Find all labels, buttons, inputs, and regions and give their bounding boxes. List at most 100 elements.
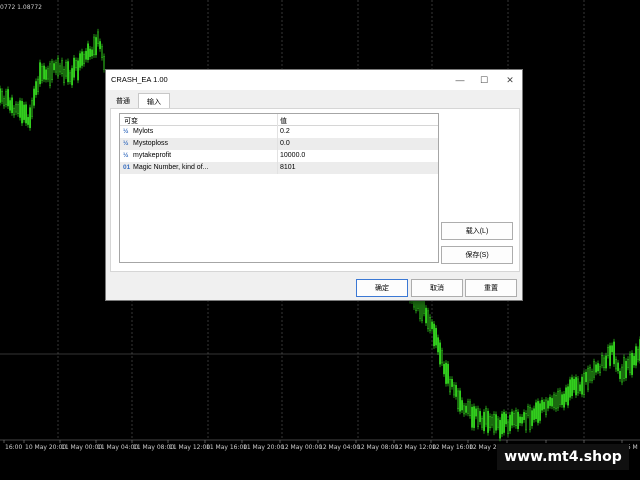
candle (489, 416, 491, 428)
candle (637, 349, 639, 360)
param-value[interactable]: 0.0 (280, 140, 290, 147)
double-type-icon: ½ (123, 152, 129, 159)
candle (23, 104, 25, 120)
candle (13, 107, 15, 116)
tab-inputs[interactable]: 输入 (138, 93, 170, 109)
candle (7, 89, 9, 107)
param-name: Magic Number, kind of... (133, 164, 209, 171)
candle (599, 366, 601, 374)
candle (103, 56, 105, 70)
candle (465, 405, 467, 413)
candle (567, 386, 569, 406)
candle (57, 57, 59, 77)
candle (435, 328, 437, 346)
tab-common[interactable]: 普通 (110, 94, 136, 108)
param-value[interactable]: 0.2 (280, 128, 290, 135)
candle (87, 43, 89, 60)
load-button[interactable]: 载入(L) (441, 222, 513, 240)
candle (55, 62, 57, 73)
candle (427, 310, 429, 330)
candle (49, 63, 51, 86)
candle (589, 367, 591, 381)
candle (631, 352, 633, 375)
column-header-value[interactable]: 值 (280, 116, 287, 126)
candle (501, 413, 503, 435)
candle (63, 69, 65, 83)
candle (73, 57, 75, 78)
candle (477, 408, 479, 427)
candle (453, 384, 455, 396)
candle (605, 355, 607, 369)
candle (461, 400, 463, 411)
time-axis-label: 11 May 20:00 (243, 444, 284, 451)
candle (497, 418, 499, 428)
cancel-button[interactable]: 取消 (411, 279, 463, 297)
candle (519, 416, 521, 424)
param-value[interactable]: 10000.0 (280, 152, 305, 159)
param-name: mytakeprofit (133, 152, 172, 159)
candle (457, 390, 459, 410)
candle (587, 368, 589, 390)
candle (545, 399, 547, 415)
maximize-icon[interactable]: ☐ (470, 70, 498, 90)
candle (583, 373, 585, 395)
table-row[interactable]: 01 Magic Number, kind of... 8101 (120, 162, 438, 174)
table-row[interactable]: ½ Mylots 0.2 (120, 126, 438, 138)
candle (43, 65, 45, 80)
candle (591, 371, 593, 381)
candle (1, 90, 3, 102)
candle (5, 91, 7, 105)
time-axis-label: 12 May 00:00 (281, 444, 322, 451)
table-row[interactable]: ½ mytakeprofit 10000.0 (120, 150, 438, 162)
column-header-variable[interactable]: 可变 (124, 116, 138, 126)
candle (97, 31, 99, 44)
candle (429, 317, 431, 331)
time-axis-label: 16:00 (5, 444, 22, 451)
candle (493, 413, 495, 433)
candle (561, 394, 563, 405)
table-row[interactable]: ½ Mystoploss 0.0 (120, 138, 438, 150)
candle (483, 411, 485, 432)
candle (543, 401, 545, 410)
candle (469, 401, 471, 416)
candle (569, 379, 571, 398)
reset-button[interactable]: 重置 (465, 279, 517, 297)
integer-type-icon: 01 (123, 164, 131, 171)
candle (67, 61, 69, 83)
close-icon[interactable]: ✕ (496, 70, 524, 90)
candle (449, 379, 451, 393)
candle (595, 364, 597, 373)
candle (633, 355, 635, 366)
candle (441, 350, 443, 364)
candle (33, 88, 35, 106)
dialog-titlebar[interactable]: CRASH_EA 1.00 — ☐ ✕ (106, 70, 522, 90)
candle (21, 100, 23, 124)
candle (609, 345, 611, 366)
candle (547, 400, 549, 409)
time-axis-label: 12 May 12:00 (395, 444, 436, 451)
candle (95, 37, 97, 56)
price-readout: 0772 1.08772 (0, 4, 42, 11)
candle (573, 378, 575, 391)
candle (37, 78, 39, 92)
candle (517, 411, 519, 429)
save-button[interactable]: 保存(S) (441, 246, 513, 264)
candle (99, 41, 101, 50)
candle (455, 385, 457, 397)
candle (77, 60, 79, 81)
candle (623, 357, 625, 379)
candle (91, 49, 93, 57)
candle (53, 63, 55, 71)
time-axis-label: 12 May 08:00 (357, 444, 398, 451)
candle (513, 413, 515, 425)
candle (607, 347, 609, 356)
candle (101, 46, 103, 58)
column-divider[interactable] (277, 114, 278, 174)
candle (0, 88, 1, 103)
candle (531, 410, 533, 426)
ok-button[interactable]: 确定 (356, 279, 408, 297)
param-value[interactable]: 8101 (280, 164, 296, 171)
candle (59, 65, 61, 73)
candle (611, 345, 613, 353)
candle (523, 412, 525, 421)
